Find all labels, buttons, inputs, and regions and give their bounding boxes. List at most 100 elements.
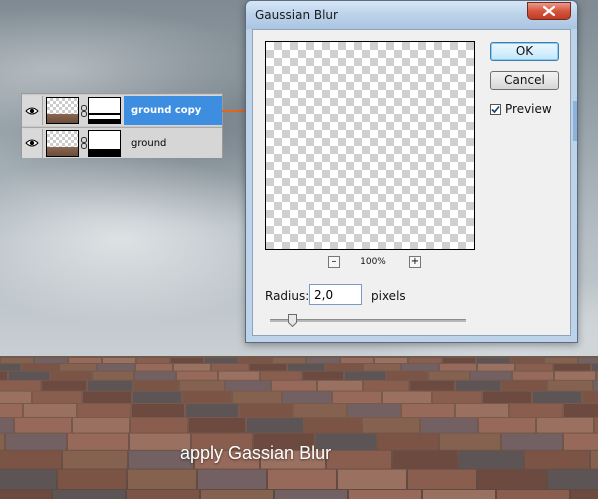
brick <box>88 380 132 391</box>
brick <box>554 364 590 371</box>
brick <box>268 469 336 489</box>
brick <box>15 418 71 433</box>
brick <box>410 380 454 391</box>
layer-name[interactable]: ground copy <box>124 96 222 125</box>
zoom-out-button[interactable]: – <box>328 256 340 268</box>
brick <box>349 490 421 499</box>
brick <box>127 490 199 499</box>
chain-link-icon[interactable] <box>79 130 88 157</box>
brick <box>128 469 196 489</box>
layer-mask-thumbnail[interactable] <box>88 129 121 157</box>
layer-row-ground-copy[interactable]: ground copy <box>22 95 222 126</box>
radius-slider-track[interactable] <box>270 319 466 322</box>
brick <box>0 450 61 469</box>
dialog-titlebar[interactable]: Gaussian Blur <box>246 1 577 29</box>
preview-checkbox-group[interactable]: Preview <box>490 102 552 116</box>
brick <box>363 418 419 433</box>
brick <box>205 358 237 363</box>
brick <box>478 364 514 371</box>
brick <box>345 371 385 380</box>
brick <box>0 364 20 371</box>
brick <box>537 418 593 433</box>
brick <box>51 371 91 380</box>
zoom-level: 100% <box>360 257 386 267</box>
brick <box>318 380 362 391</box>
brick <box>73 418 129 433</box>
layer-row-ground[interactable]: ground <box>22 127 222 158</box>
radius-input[interactable] <box>309 284 362 305</box>
brick <box>294 404 346 417</box>
brick <box>564 404 598 417</box>
brick <box>132 404 184 417</box>
brick <box>68 433 128 450</box>
brick <box>383 391 431 403</box>
layer-mask-thumbnail[interactable] <box>88 97 121 124</box>
brick <box>60 364 96 371</box>
brick <box>261 371 301 380</box>
brick <box>408 469 476 489</box>
brick <box>93 371 133 380</box>
layer-thumbnail <box>46 129 79 157</box>
brick <box>135 371 175 380</box>
brick <box>402 364 438 371</box>
brick <box>1 358 33 363</box>
close-button[interactable] <box>527 2 571 20</box>
brick <box>516 364 552 371</box>
brick <box>548 469 598 489</box>
brick <box>186 404 238 417</box>
brick <box>42 380 86 391</box>
brick <box>564 433 598 450</box>
brick <box>440 364 476 371</box>
brick <box>0 404 22 417</box>
brick <box>288 364 324 371</box>
brick <box>338 469 406 489</box>
brick <box>250 364 286 371</box>
brick <box>303 371 343 380</box>
zoom-in-button[interactable]: + <box>409 256 421 268</box>
brick <box>456 404 508 417</box>
preview-checkbox[interactable] <box>490 103 501 115</box>
brick <box>180 380 224 391</box>
brick <box>443 358 475 363</box>
brick <box>375 358 407 363</box>
layers-panel: ground copy ground <box>21 93 223 158</box>
cancel-button[interactable]: Cancel <box>490 71 559 90</box>
brick <box>341 358 373 363</box>
brick <box>63 450 127 469</box>
radius-unit-label: pixels <box>371 289 406 303</box>
brick <box>136 364 172 371</box>
brick <box>583 391 598 403</box>
brick <box>240 404 292 417</box>
brick <box>423 490 495 499</box>
brick <box>333 391 381 403</box>
dialog-edge-accent <box>573 101 577 141</box>
brick <box>6 433 66 450</box>
brick <box>402 404 454 417</box>
brick <box>69 358 101 363</box>
brick <box>513 371 553 380</box>
brick <box>533 391 581 403</box>
radius-slider-thumb[interactable] <box>287 314 297 327</box>
brick <box>22 364 58 371</box>
brick <box>0 391 31 403</box>
layer-name[interactable]: ground <box>124 129 222 158</box>
brick <box>9 371 49 380</box>
chain-link-icon[interactable] <box>79 97 88 124</box>
visibility-eye-icon[interactable] <box>22 96 43 125</box>
brick <box>58 469 126 489</box>
brick <box>78 404 130 417</box>
brick <box>525 450 589 469</box>
visibility-eye-icon[interactable] <box>22 128 43 158</box>
brick <box>511 358 543 363</box>
brick-floor <box>0 356 598 499</box>
brick <box>429 371 469 380</box>
brick <box>35 358 67 363</box>
brick <box>137 358 169 363</box>
brick <box>183 391 231 403</box>
blur-preview-area[interactable] <box>265 41 475 250</box>
ok-button[interactable]: OK <box>490 42 559 61</box>
brick <box>327 450 391 469</box>
brick <box>307 358 339 363</box>
brick <box>479 418 535 433</box>
brick <box>233 391 281 403</box>
